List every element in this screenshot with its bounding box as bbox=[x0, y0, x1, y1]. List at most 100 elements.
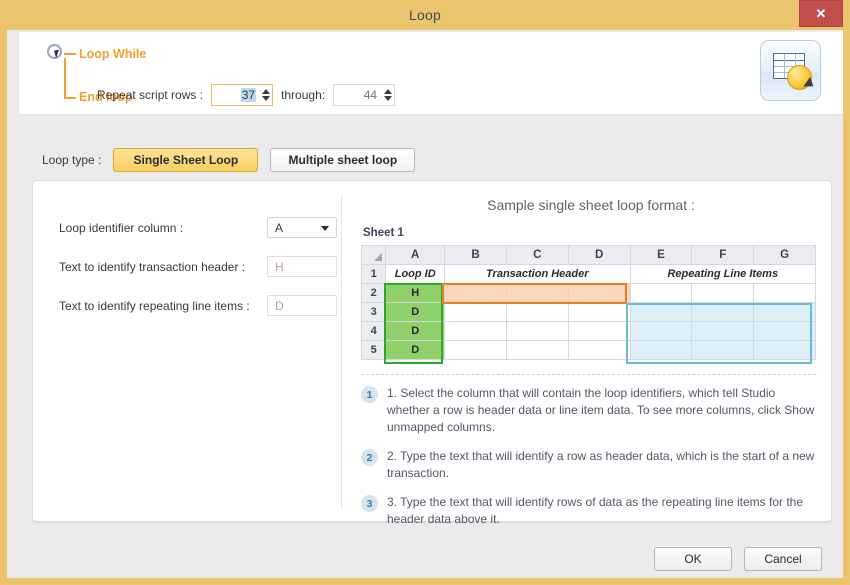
loop-header-panel: Loop While End loop Repeat script rows :… bbox=[18, 32, 846, 115]
loop-type-row: Loop type : Single Sheet Loop Multiple s… bbox=[42, 148, 415, 172]
sample-format-section: Sample single sheet loop format : Sheet … bbox=[361, 197, 821, 540]
form-row-loop-identifier-column: Loop identifier column : A bbox=[59, 213, 337, 242]
tab-single-sheet-loop[interactable]: Single Sheet Loop bbox=[113, 148, 258, 172]
cell-f4 bbox=[692, 322, 754, 341]
table-row: 4 D bbox=[362, 322, 816, 341]
transaction-header-text-value: H bbox=[275, 260, 284, 274]
tab-multiple-sheet-loop[interactable]: Multiple sheet loop bbox=[270, 148, 415, 172]
column-header-g[interactable]: G bbox=[754, 246, 816, 265]
cell-e5 bbox=[630, 341, 692, 360]
step-text-2: 2. Type the text that will identify a ro… bbox=[387, 448, 815, 482]
cell-d5 bbox=[568, 341, 630, 360]
table-row: 2 H bbox=[362, 284, 816, 303]
repeating-line-items-text-value: D bbox=[275, 299, 284, 313]
sample-spreadsheet: A B C D E F G 1 Loop ID Transaction Head… bbox=[361, 245, 816, 360]
cell-c5 bbox=[506, 341, 568, 360]
step-badge-3: 3 bbox=[361, 495, 378, 512]
panel-divider bbox=[341, 195, 342, 509]
column-header-c[interactable]: C bbox=[506, 246, 568, 265]
sheet-label: Sheet 1 bbox=[363, 227, 821, 239]
transaction-header-text-input[interactable]: H bbox=[267, 256, 337, 277]
repeat-from-stepper[interactable]: 37 bbox=[211, 84, 273, 106]
cell-a1-loop-id: Loop ID bbox=[386, 265, 445, 284]
repeating-line-items-text-input[interactable]: D bbox=[267, 295, 337, 316]
spin-up-icon[interactable] bbox=[384, 89, 392, 94]
select-all-corner[interactable] bbox=[362, 246, 386, 265]
loop-type-label: Loop type : bbox=[42, 153, 101, 167]
title-bar: Loop ✕ bbox=[7, 0, 843, 30]
row-header-1[interactable]: 1 bbox=[362, 265, 386, 284]
cell-d3 bbox=[568, 303, 630, 322]
cell-g3 bbox=[754, 303, 816, 322]
row-header-4[interactable]: 4 bbox=[362, 322, 386, 341]
section-separator bbox=[361, 374, 816, 375]
spin-up-icon[interactable] bbox=[262, 89, 270, 94]
chevron-down-icon bbox=[321, 226, 329, 231]
cell-g2 bbox=[754, 284, 816, 303]
ok-button[interactable]: OK bbox=[654, 547, 732, 571]
cancel-button[interactable]: Cancel bbox=[744, 547, 822, 571]
cell-c3 bbox=[506, 303, 568, 322]
cell-e1-repeating-line-items: Repeating Line Items bbox=[630, 265, 815, 284]
cell-a5: D bbox=[386, 341, 445, 360]
cell-b5 bbox=[445, 341, 507, 360]
step-text-3: 3. Type the text that will identify rows… bbox=[387, 494, 815, 528]
bracket-vertical-line bbox=[64, 58, 66, 98]
cell-a4: D bbox=[386, 322, 445, 341]
close-button[interactable]: ✕ bbox=[799, 0, 843, 27]
repeat-through-value: 44 bbox=[334, 88, 381, 102]
cell-g4 bbox=[754, 322, 816, 341]
column-header-d[interactable]: D bbox=[568, 246, 630, 265]
form-row-repeating-line-items-text: Text to identify repeating line items : … bbox=[59, 291, 337, 320]
table-row: 3 D bbox=[362, 303, 816, 322]
step-badge-1: 1 bbox=[361, 386, 378, 403]
row-header-5[interactable]: 5 bbox=[362, 341, 386, 360]
cell-a3: D bbox=[386, 303, 445, 322]
row-header-2[interactable]: 2 bbox=[362, 284, 386, 303]
loop-arrow-icon bbox=[803, 77, 816, 91]
repeat-through-spinner-arrows[interactable] bbox=[381, 85, 394, 105]
loop-circle-icon bbox=[787, 65, 812, 90]
table-row: 1 Loop ID Transaction Header Repeating L… bbox=[362, 265, 816, 284]
list-item: 2 2. Type the text that will identify a … bbox=[361, 448, 821, 482]
row-header-3[interactable]: 3 bbox=[362, 303, 386, 322]
cell-e4 bbox=[630, 322, 692, 341]
table-row: 5 D bbox=[362, 341, 816, 360]
spin-down-icon[interactable] bbox=[384, 96, 392, 101]
instructions-list: 1 1. Select the column that will contain… bbox=[361, 385, 821, 528]
loop-dialog: Loop ✕ Loop While End loop Repeat script… bbox=[0, 0, 850, 585]
dialog-footer: OK Cancel bbox=[14, 533, 836, 563]
cell-b1-transaction-header: Transaction Header bbox=[445, 265, 630, 284]
spin-down-icon[interactable] bbox=[262, 96, 270, 101]
sample-spreadsheet-wrapper: A B C D E F G 1 Loop ID Transaction Head… bbox=[361, 245, 821, 360]
close-icon: ✕ bbox=[816, 6, 827, 22]
column-header-b[interactable]: B bbox=[445, 246, 507, 265]
column-header-a[interactable]: A bbox=[386, 246, 445, 265]
cell-d4 bbox=[568, 322, 630, 341]
repeat-through-stepper[interactable]: 44 bbox=[333, 84, 395, 106]
main-content-panel: Loop identifier column : A Text to ident… bbox=[32, 180, 832, 522]
cell-f2 bbox=[692, 284, 754, 303]
list-item: 1 1. Select the column that will contain… bbox=[361, 385, 821, 436]
loop-spreadsheet-icon bbox=[760, 40, 821, 101]
cell-f5 bbox=[692, 341, 754, 360]
cell-a2: H bbox=[386, 284, 445, 303]
column-header-e[interactable]: E bbox=[630, 246, 692, 265]
cell-e2 bbox=[630, 284, 692, 303]
cell-c4 bbox=[506, 322, 568, 341]
cell-b4 bbox=[445, 322, 507, 341]
loop-identifier-column-select[interactable]: A bbox=[267, 217, 337, 238]
cell-e3 bbox=[630, 303, 692, 322]
form-row-transaction-header-text: Text to identify transaction header : H bbox=[59, 252, 337, 281]
bracket-bottom-line bbox=[64, 97, 76, 99]
cell-b3 bbox=[445, 303, 507, 322]
table-header-row: A B C D E F G bbox=[362, 246, 816, 265]
repeat-from-spinner-arrows[interactable] bbox=[259, 85, 272, 105]
loop-identifier-column-label: Loop identifier column : bbox=[59, 221, 267, 235]
repeat-script-rows-label: Repeat script rows : bbox=[97, 88, 203, 102]
step-text-1: 1. Select the column that will contain t… bbox=[387, 385, 815, 436]
through-label: through: bbox=[281, 88, 325, 102]
repeat-from-value: 37 bbox=[241, 88, 256, 102]
cell-f3 bbox=[692, 303, 754, 322]
column-header-f[interactable]: F bbox=[692, 246, 754, 265]
